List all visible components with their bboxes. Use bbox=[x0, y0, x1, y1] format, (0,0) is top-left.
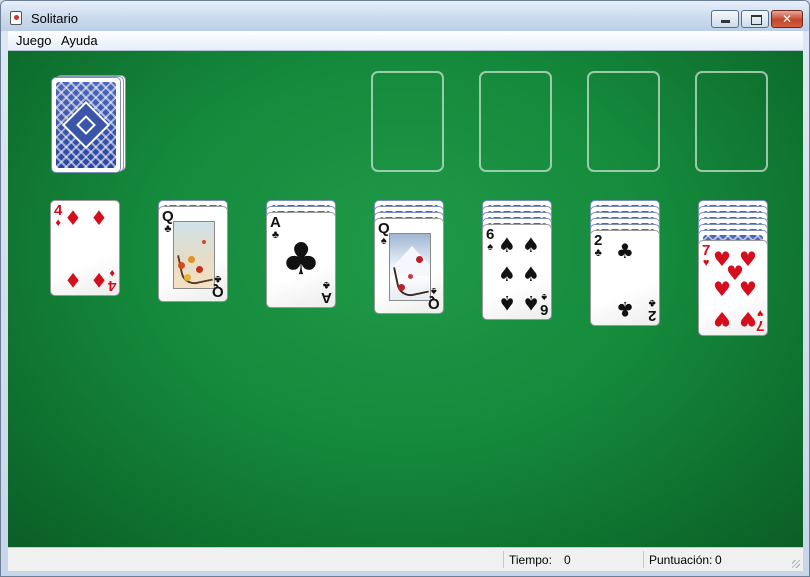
close-button[interactable]: ✕ bbox=[771, 10, 803, 28]
stock-pile[interactable] bbox=[50, 74, 128, 178]
title-bar[interactable]: Solitario ✕ bbox=[1, 1, 809, 31]
heart-pip: ♥ bbox=[713, 277, 731, 301]
spade-pip: ♠ bbox=[522, 291, 540, 315]
menu-juego[interactable]: Juego bbox=[16, 33, 51, 48]
card-6-spades[interactable]: 6 ♠ ♠ ♠ ♠ ♠ ♠ ♠ 6 ♠ bbox=[482, 224, 552, 320]
card-index-top: Q ♣ bbox=[162, 208, 174, 235]
status-divider bbox=[643, 551, 644, 568]
card-back-ornament bbox=[61, 100, 111, 150]
foundation-slot-3[interactable] bbox=[587, 71, 660, 172]
maximize-button[interactable] bbox=[741, 10, 769, 28]
spade-pip: ♠ bbox=[498, 291, 516, 315]
club-pip: ♣ bbox=[281, 234, 321, 285]
window-title: Solitario bbox=[31, 11, 78, 26]
card-7-hearts[interactable]: 7 ♥ ♥ ♥ ♥ ♥ ♥ ♥ ♥ 7 ♥ bbox=[698, 240, 768, 336]
card-index-top: 2 ♣ bbox=[594, 232, 603, 259]
spade-pip: ♠ bbox=[498, 233, 516, 257]
diamond-pip: ♦ bbox=[90, 268, 108, 292]
autumn-tree-artwork bbox=[173, 221, 215, 289]
card-back-pattern bbox=[56, 82, 116, 168]
resize-grip-icon[interactable] bbox=[792, 560, 800, 568]
heart-pip: ♥ bbox=[739, 277, 757, 301]
card-2-clubs[interactable]: 2 ♣ ♣ ♣ 2 ♣ bbox=[590, 230, 660, 326]
card-index-top: Q ♠ bbox=[378, 220, 390, 247]
card-index-bottom: 6 ♠ bbox=[539, 291, 548, 318]
maximize-icon bbox=[751, 15, 762, 25]
card-4-diamonds[interactable]: 4 ♦ ♦ ♦ ♦ ♦ 4 ♦ bbox=[50, 200, 120, 296]
card-index-bottom: Q ♣ bbox=[212, 273, 224, 300]
card-index-top: 6 ♠ bbox=[486, 226, 495, 253]
card-index-top: 4 ♦ bbox=[54, 202, 63, 229]
heart-pip: ♥ bbox=[713, 307, 731, 331]
foundation-slot-1[interactable] bbox=[371, 71, 444, 172]
spade-pip: ♠ bbox=[498, 262, 516, 286]
spade-pip: ♠ bbox=[522, 233, 540, 257]
club-pip: ♣ bbox=[616, 239, 634, 263]
status-bar: Tiempo: 0 Puntuación: 0 bbox=[8, 547, 803, 571]
cards-app-icon[interactable] bbox=[10, 11, 22, 25]
foundation-slot-4[interactable] bbox=[695, 71, 768, 172]
card-index-bottom: A ♣ bbox=[321, 279, 332, 306]
diamond-pip: ♦ bbox=[64, 268, 82, 292]
score-value: 0 bbox=[715, 553, 722, 567]
menu-ayuda[interactable]: Ayuda bbox=[61, 33, 98, 48]
club-pip: ♣ bbox=[616, 297, 634, 321]
time-value: 0 bbox=[564, 553, 571, 567]
close-icon: ✕ bbox=[781, 12, 793, 26]
time-label: Tiempo: bbox=[509, 553, 552, 567]
card-queen-clubs[interactable]: Q ♣ Q ♣ bbox=[158, 206, 228, 302]
card-ace-clubs[interactable]: A ♣ ♣ A ♣ bbox=[266, 212, 336, 308]
diamond-pip: ♦ bbox=[64, 206, 82, 230]
card-back[interactable] bbox=[51, 77, 121, 173]
game-table[interactable]: 4 ♦ ♦ ♦ ♦ ♦ 4 ♦ Q ♣ Q ♣ A ♣ ♣ A ♣ Q ♠ Q … bbox=[8, 51, 803, 547]
card-index-top: 7 ♥ bbox=[702, 242, 711, 269]
spade-pip: ♠ bbox=[522, 262, 540, 286]
status-divider bbox=[503, 551, 504, 568]
card-index-bottom: 2 ♣ bbox=[647, 297, 656, 324]
card-index-bottom: Q ♠ bbox=[428, 285, 440, 312]
foundation-slot-2[interactable] bbox=[479, 71, 552, 172]
diamond-pip: ♦ bbox=[90, 206, 108, 230]
card-index-bottom: 4 ♦ bbox=[107, 267, 116, 294]
heart-pip: ♥ bbox=[739, 307, 757, 331]
score-label: Puntuación: bbox=[649, 553, 713, 567]
card-index-bottom: 7 ♥ bbox=[755, 307, 764, 334]
minimize-button[interactable] bbox=[711, 10, 739, 28]
winter-mountain-artwork bbox=[389, 233, 431, 301]
minimize-icon bbox=[721, 20, 730, 23]
menu-bar: Juego Ayuda bbox=[8, 31, 803, 51]
solitaire-window: Solitario ✕ Juego Ayuda 4♦ ♦ ♦ ♦ ♦ 4♦ bbox=[0, 0, 810, 577]
card-queen-spades[interactable]: Q ♠ Q ♠ bbox=[374, 218, 444, 314]
